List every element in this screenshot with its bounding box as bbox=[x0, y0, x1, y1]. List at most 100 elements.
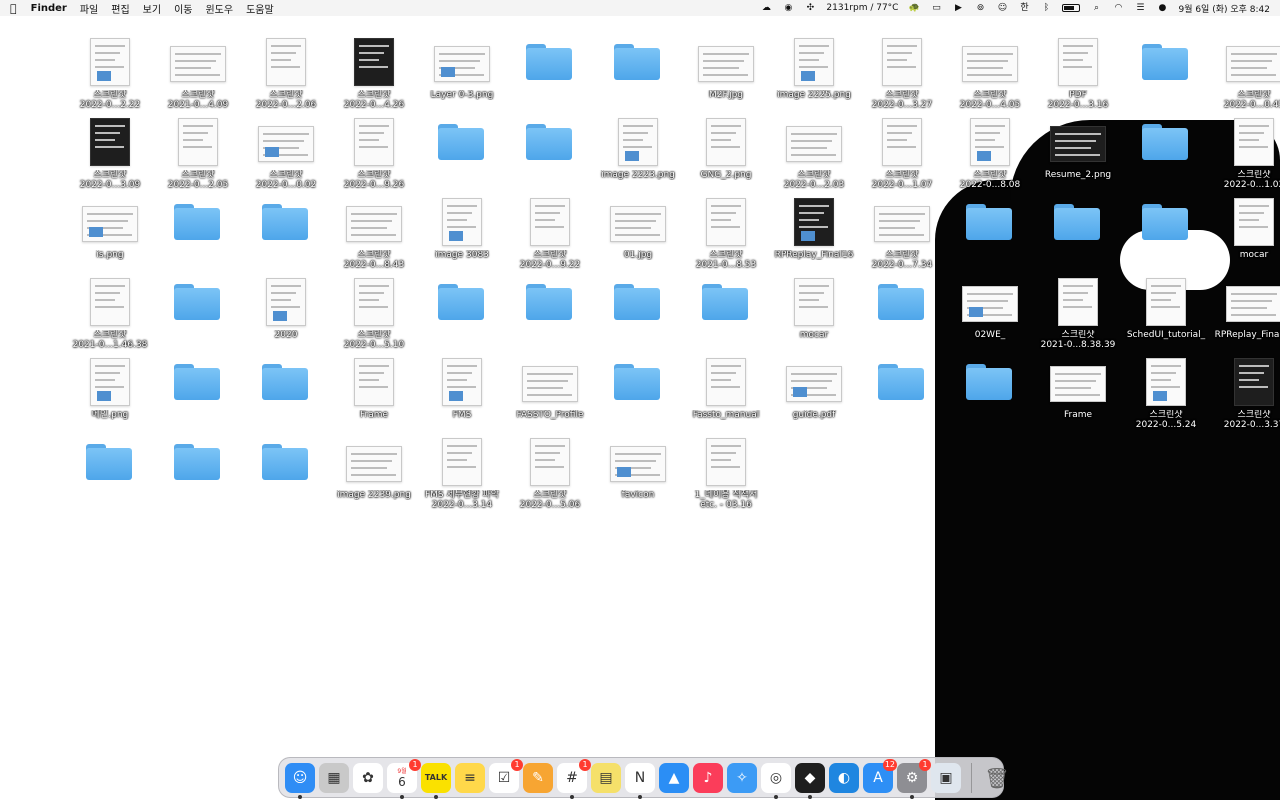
pages-icon[interactable]: ✎ bbox=[523, 762, 553, 793]
menu-file[interactable]: 파일 bbox=[80, 1, 98, 16]
desktop-file[interactable]: guide.pdf bbox=[770, 358, 858, 438]
notes-icon[interactable]: ≡ bbox=[455, 762, 485, 793]
desktop-folder[interactable] bbox=[154, 358, 242, 438]
desktop-file[interactable]: favicon bbox=[594, 438, 682, 518]
desktop-folder[interactable] bbox=[242, 438, 330, 518]
system-preferences-icon[interactable]: ⚙ 1 bbox=[897, 758, 931, 799]
desktop-file[interactable]: 스크린샷 2022-0...2.22 bbox=[66, 38, 154, 118]
desktop-file[interactable]: 스크린샷 2022-0...2.06 bbox=[242, 38, 330, 118]
desktop-file[interactable]: 스크린샷 2021-0...4.09 bbox=[154, 38, 242, 118]
search-icon[interactable]: ⌕ bbox=[1090, 3, 1102, 13]
desktop-file[interactable]: GNG_2.png bbox=[682, 118, 770, 198]
menu-edit[interactable]: 편집 bbox=[111, 1, 129, 16]
desktop-folder[interactable] bbox=[1122, 198, 1210, 278]
accessibility-icon[interactable]: ☺ bbox=[996, 3, 1008, 13]
desktop-file[interactable]: 01.jpg bbox=[594, 198, 682, 278]
desktop-file[interactable]: FMS bbox=[418, 358, 506, 438]
desktop-file[interactable]: PDF 2022-0...3.16 bbox=[1034, 38, 1122, 118]
desktop-file[interactable]: 스크린샷 2022-0...0.45 bbox=[1210, 38, 1280, 118]
desktop-file[interactable]: RPReplay_Final16 bbox=[770, 198, 858, 278]
desktop-folder[interactable] bbox=[594, 278, 682, 358]
apple-logo-icon[interactable]:  bbox=[10, 2, 17, 15]
desktop-file[interactable]: 스크린샷 2021-0...8.38.39 bbox=[1034, 278, 1122, 358]
preview-icon[interactable]: ▣ bbox=[931, 762, 961, 793]
desktop[interactable]: 스크린샷 2022-0...2.22 스크린샷 2021-0...4.09 스크린샷 20… bbox=[0, 0, 1280, 800]
desktop-folder[interactable] bbox=[242, 358, 330, 438]
desktop-file[interactable]: 2020 bbox=[242, 278, 330, 358]
reminders-icon[interactable]: ☑ 1 bbox=[489, 758, 523, 793]
desktop-folder[interactable] bbox=[858, 278, 946, 358]
desktop-folder[interactable] bbox=[946, 198, 1034, 278]
siri-icon[interactable]: ● bbox=[1156, 3, 1168, 13]
desktop-file[interactable]: Layer 0-3.png bbox=[418, 38, 506, 118]
desktop-folder[interactable] bbox=[858, 358, 946, 438]
desktop-file[interactable]: 스크린샷 2022-0...1.02 bbox=[1210, 118, 1280, 198]
desktop-file[interactable]: 스크린샷 2022-0...4.26 bbox=[330, 38, 418, 118]
desktop-file[interactable]: M2F.jpg bbox=[682, 38, 770, 118]
desktop-folder[interactable] bbox=[418, 118, 506, 198]
menu-view[interactable]: 보기 bbox=[143, 1, 161, 16]
desktop-file[interactable]: 1_데이용 직책서 etc. - 03.16 bbox=[682, 438, 770, 518]
desktop-folder[interactable] bbox=[242, 198, 330, 278]
desktop-file[interactable]: 스크린샷 2022-0...7.34 bbox=[858, 198, 946, 278]
desktop-file[interactable]: 스크린샷 2021-0...1.46.38 bbox=[66, 278, 154, 358]
desktop-file[interactable]: image 2225.png bbox=[770, 38, 858, 118]
chrome-icon[interactable]: ◎ bbox=[761, 762, 791, 799]
desktop-file[interactable]: 스크린샷 2022-0...2.05 bbox=[154, 118, 242, 198]
launchpad-icon[interactable]: ▦ bbox=[319, 762, 349, 793]
desktop-file[interactable]: image 3083 bbox=[418, 198, 506, 278]
safari-icon[interactable]: ✧ bbox=[727, 762, 757, 793]
desktop-file[interactable]: 스크린샷 2022-0...3.37 bbox=[1210, 358, 1280, 438]
app-store-icon[interactable]: A 12 bbox=[863, 758, 897, 793]
menu-window[interactable]: 윈도우 bbox=[205, 1, 233, 16]
edge-icon[interactable]: ◐ bbox=[829, 762, 859, 793]
desktop-file[interactable]: is.png bbox=[66, 198, 154, 278]
desktop-folder[interactable] bbox=[682, 278, 770, 358]
trash-icon[interactable]: 🗑 bbox=[982, 763, 1012, 793]
desktop-file[interactable]: 스크린샷 2022-0...4.05 bbox=[946, 38, 1034, 118]
desktop-folder[interactable] bbox=[506, 278, 594, 358]
desktop-folder[interactable] bbox=[154, 198, 242, 278]
desktop-file[interactable]: 스크린샷 2022-0...0.02 bbox=[242, 118, 330, 198]
desktop-file[interactable]: 스크린샷 2022-0...8.43 bbox=[330, 198, 418, 278]
menubar-clock[interactable]: 9월 6일 (화) 오후 8:42 bbox=[1178, 2, 1270, 15]
calendar-icon[interactable]: 9월 6 1 bbox=[387, 758, 421, 799]
kakaotalk-icon[interactable]: TALK bbox=[421, 762, 451, 799]
vpn-icon[interactable]: ☁ bbox=[760, 3, 772, 13]
desktop-folder[interactable] bbox=[154, 278, 242, 358]
desktop-folder[interactable] bbox=[1122, 38, 1210, 118]
music-icon[interactable]: ♪ bbox=[693, 762, 723, 793]
battery-icon[interactable] bbox=[1062, 4, 1081, 12]
keyboard-input-icon[interactable]: 한 bbox=[1018, 3, 1030, 13]
desktop-folder[interactable] bbox=[506, 118, 594, 198]
desktop-file[interactable]: 스크린샷 2022-0...3.09 bbox=[66, 118, 154, 198]
airdrop-icon[interactable]: ⊚ bbox=[974, 3, 986, 13]
desktop-file[interactable]: 스크린샷 2022-0...5.24 bbox=[1122, 358, 1210, 438]
stickies-icon[interactable]: ▤ bbox=[591, 762, 621, 793]
desktop-file[interactable]: SchedUI_tutorial_ bbox=[1122, 278, 1210, 358]
desktop-file[interactable]: 스크린샷 2022-0...9.22 bbox=[506, 198, 594, 278]
desktop-folder[interactable] bbox=[594, 38, 682, 118]
desktop-file[interactable]: mocar bbox=[770, 278, 858, 358]
desktop-folder[interactable] bbox=[946, 358, 1034, 438]
desktop-folder[interactable] bbox=[154, 438, 242, 518]
notion-icon[interactable]: N bbox=[625, 762, 655, 799]
desktop-folder[interactable] bbox=[418, 278, 506, 358]
control-center-icon[interactable]: ☰ bbox=[1134, 3, 1146, 13]
photos-icon[interactable]: ✿ bbox=[353, 762, 383, 793]
desktop-file[interactable]: Frame bbox=[1034, 358, 1122, 438]
wifi-icon[interactable]: ◠ bbox=[1112, 3, 1124, 13]
desktop-file[interactable]: 메인.png bbox=[66, 358, 154, 438]
desktop-folder[interactable] bbox=[1122, 118, 1210, 198]
menu-go[interactable]: 이동 bbox=[174, 1, 192, 16]
desktop-folder[interactable] bbox=[1034, 198, 1122, 278]
menu-help[interactable]: 도움말 bbox=[246, 1, 274, 16]
desktop-file[interactable]: RPReplay_Final16 bbox=[1210, 278, 1280, 358]
teamviewer-icon[interactable]: ◉ bbox=[782, 3, 794, 13]
fan-icon[interactable]: ✣ bbox=[804, 3, 816, 13]
desktop-folder[interactable] bbox=[594, 358, 682, 438]
desktop-file[interactable]: mocar bbox=[1210, 198, 1280, 278]
desktop-file[interactable]: FASSTO_Profile bbox=[506, 358, 594, 438]
desktop-file[interactable]: 스크린샷 2022-0...8.08 bbox=[946, 118, 1034, 198]
desktop-file[interactable]: image 2223.png bbox=[594, 118, 682, 198]
